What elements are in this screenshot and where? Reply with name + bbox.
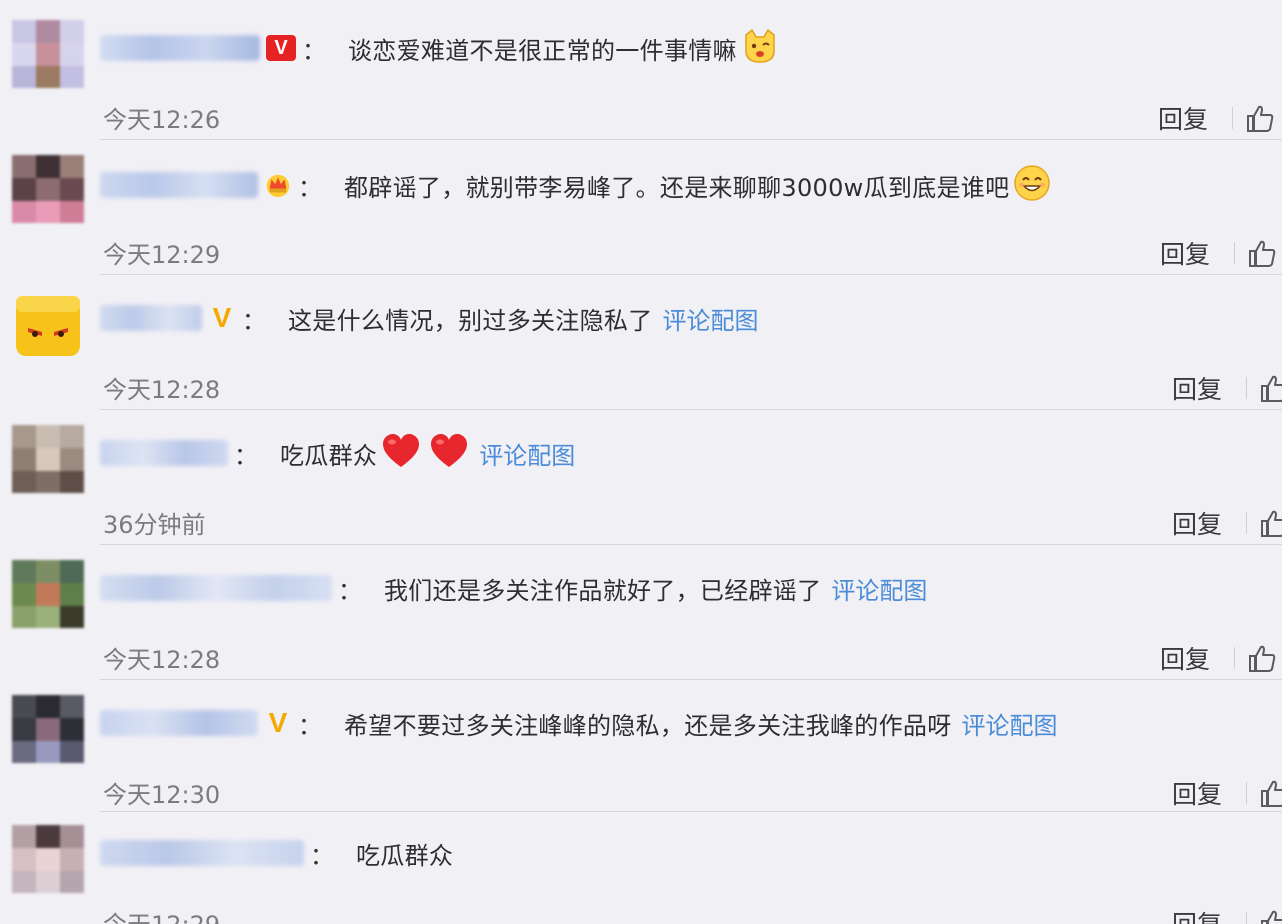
smile-emoji-icon bbox=[1013, 164, 1051, 206]
timestamp: 今天12:29 bbox=[103, 905, 220, 924]
comment-image-link[interactable]: 评论配图 bbox=[962, 706, 1058, 741]
thumbs-up-icon[interactable] bbox=[1259, 508, 1282, 538]
comment-item: ： 吃瓜群众 评论配图 36分钟前 回复 bbox=[0, 409, 1282, 559]
comment-actions: 回复 bbox=[1172, 775, 1282, 811]
heart-icon bbox=[429, 433, 469, 473]
avatar[interactable] bbox=[12, 155, 84, 223]
timestamp: 今天12:28 bbox=[103, 646, 221, 674]
divider bbox=[1246, 912, 1248, 924]
divider bbox=[100, 544, 1282, 545]
verified-badge-icon: V bbox=[268, 707, 288, 738]
comment-text: 都辟谣了，就别带李易峰了。还是来聊聊3000w瓜到底是谁吧 bbox=[344, 173, 1010, 202]
avatar[interactable] bbox=[12, 20, 84, 88]
reply-button[interactable]: 回复 bbox=[1172, 370, 1222, 406]
comment-header: ： 都辟谣了，就别带李易峰了。还是来聊聊3000w瓜到底是谁吧 bbox=[100, 165, 1051, 205]
reply-button[interactable]: 回复 bbox=[1172, 505, 1222, 541]
divider bbox=[1234, 242, 1236, 264]
comment-actions: 回复 bbox=[1172, 505, 1282, 541]
timestamp: 36分钟前 bbox=[103, 511, 206, 539]
divider bbox=[1246, 512, 1248, 534]
comment-text: 谈恋爱难道不是很正常的一件事情嘛 bbox=[348, 36, 737, 65]
reply-button[interactable]: 回复 bbox=[1160, 235, 1210, 271]
reply-button[interactable]: 回复 bbox=[1172, 905, 1222, 924]
comment-image-link[interactable]: 评论配图 bbox=[479, 436, 575, 471]
divider bbox=[100, 274, 1282, 275]
thumbs-up-icon[interactable] bbox=[1259, 373, 1282, 403]
avatar[interactable] bbox=[12, 560, 84, 628]
comment-item: ： 都辟谣了，就别带李易峰了。还是来聊聊3000w瓜到底是谁吧 今天12:29 … bbox=[0, 139, 1282, 289]
thumbs-up-icon[interactable] bbox=[1259, 778, 1282, 808]
colon: ： bbox=[234, 441, 258, 470]
comment-item: V ： 谈恋爱难道不是很正常的一件事情嘛 今天12:26 回复 bbox=[0, 20, 1282, 154]
username[interactable] bbox=[100, 305, 202, 331]
comment-item: V ： 希望不要过多关注峰峰的隐私，还是多关注我峰的作品呀 评论配图 今天12:… bbox=[0, 679, 1282, 829]
comment-header: ： 我们还是多关注作品就好了，已经辟谣了 评论配图 bbox=[100, 568, 927, 608]
divider bbox=[1246, 377, 1248, 399]
thumbs-up-icon[interactable] bbox=[1247, 238, 1277, 268]
divider bbox=[1232, 107, 1234, 129]
colon: ： bbox=[242, 306, 266, 335]
verified-badge-icon: V bbox=[266, 35, 296, 61]
comment-header: V ： 谈恋爱难道不是很正常的一件事情嘛 bbox=[100, 28, 779, 68]
comment-item: V ： 这是什么情况，别过多关注隐私了 评论配图 今天12:28 回复 bbox=[0, 274, 1282, 424]
divider bbox=[100, 409, 1282, 410]
comment-image-link[interactable]: 评论配图 bbox=[831, 571, 927, 606]
comment-text: 我们还是多关注作品就好了，已经辟谣了 bbox=[384, 576, 822, 605]
reply-button[interactable]: 回复 bbox=[1172, 775, 1222, 811]
divider bbox=[100, 679, 1282, 680]
avatar[interactable] bbox=[12, 290, 84, 358]
comment-item: ： 我们还是多关注作品就好了，已经辟谣了 评论配图 今天12:28 回复 bbox=[0, 544, 1282, 694]
username[interactable] bbox=[100, 840, 304, 866]
comment-list: V ： 谈恋爱难道不是很正常的一件事情嘛 今天12:26 回复 ： 都辟谣了，就… bbox=[0, 0, 1282, 924]
comment-actions: 回复 bbox=[1172, 370, 1282, 406]
reply-button[interactable]: 回复 bbox=[1158, 100, 1208, 136]
colon: ： bbox=[298, 173, 322, 202]
divider bbox=[100, 811, 1282, 812]
comment-text: 这是什么情况，别过多关注隐私了 bbox=[288, 306, 653, 335]
comment-item: ： 吃瓜群众 今天12:29 回复 bbox=[0, 811, 1282, 924]
avatar[interactable] bbox=[12, 425, 84, 493]
timestamp: 今天12:29 bbox=[103, 241, 221, 269]
comment-header: ： 吃瓜群众 bbox=[100, 833, 453, 873]
comment-header: V ： 希望不要过多关注峰峰的隐私，还是多关注我峰的作品呀 评论配图 bbox=[100, 703, 1058, 743]
divider bbox=[1246, 782, 1248, 804]
avatar[interactable] bbox=[12, 825, 84, 893]
username[interactable] bbox=[100, 35, 260, 61]
divider bbox=[1234, 647, 1236, 669]
comment-actions: 回复 bbox=[1160, 235, 1277, 271]
cat-emoji-icon bbox=[741, 27, 779, 69]
comment-text: 希望不要过多关注峰峰的隐私，还是多关注我峰的作品呀 bbox=[344, 711, 952, 740]
comment-image-link[interactable]: 评论配图 bbox=[663, 301, 759, 336]
timestamp: 今天12:28 bbox=[103, 376, 221, 404]
comment-actions: 回复 bbox=[1160, 640, 1277, 676]
comment-header: V ： 这是什么情况，别过多关注隐私了 评论配图 bbox=[100, 298, 759, 338]
colon: ： bbox=[338, 576, 362, 605]
thumbs-up-icon[interactable] bbox=[1259, 908, 1282, 924]
comment-text: 吃瓜群众 bbox=[356, 841, 454, 870]
heart-icon bbox=[381, 433, 421, 473]
comment-actions: 回复 bbox=[1158, 100, 1275, 136]
thumbs-up-icon[interactable] bbox=[1245, 103, 1275, 133]
username[interactable] bbox=[100, 172, 258, 198]
divider bbox=[100, 139, 1282, 140]
crown-icon bbox=[264, 171, 292, 199]
username[interactable] bbox=[100, 710, 258, 736]
comment-header: ： 吃瓜群众 评论配图 bbox=[100, 433, 575, 473]
timestamp: 今天12:26 bbox=[103, 106, 221, 134]
thumbs-up-icon[interactable] bbox=[1247, 643, 1277, 673]
comment-text: 吃瓜群众 bbox=[280, 441, 378, 470]
colon: ： bbox=[298, 711, 322, 740]
username[interactable] bbox=[100, 440, 228, 466]
username[interactable] bbox=[100, 575, 332, 601]
reply-button[interactable]: 回复 bbox=[1160, 640, 1210, 676]
colon: ： bbox=[302, 36, 326, 65]
verified-badge-icon: V bbox=[212, 302, 232, 333]
timestamp: 今天12:30 bbox=[103, 781, 221, 809]
avatar[interactable] bbox=[12, 695, 84, 763]
colon: ： bbox=[310, 841, 334, 870]
comment-actions: 回复 bbox=[1172, 905, 1282, 924]
